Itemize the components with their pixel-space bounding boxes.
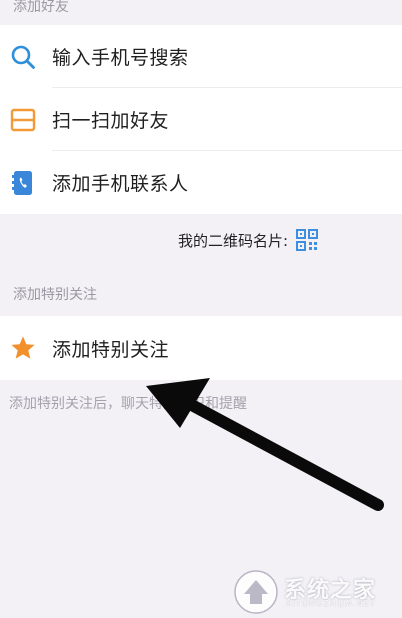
add-friends-card: 输入手机号搜索 扫一扫加好友 添加手机联系人 <box>0 25 402 214</box>
my-qr-card-line[interactable]: 我的二维码名片: <box>0 223 402 257</box>
section-header-special-follow: 添加特别关注 <box>13 287 97 303</box>
scan-icon <box>10 107 36 133</box>
watermark-subtitle: XITONGZHIJIA.NET <box>286 599 376 608</box>
special-follow-row[interactable]: 添加特别关注 <box>0 316 402 380</box>
section-header-add-friends: 添加好友 <box>13 0 69 15</box>
scan-add-row[interactable]: 扫一扫加好友 <box>0 88 402 151</box>
star-icon <box>10 335 36 361</box>
search-phone-label: 输入手机号搜索 <box>52 47 189 69</box>
scan-add-label: 扫一扫加好友 <box>52 110 170 132</box>
qr-code-icon[interactable] <box>296 229 318 251</box>
special-follow-label: 添加特别关注 <box>52 338 170 361</box>
special-follow-hint: 添加特别关注后，聊天特殊标识和提醒 <box>9 396 247 412</box>
add-contacts-label: 添加手机联系人 <box>52 173 189 195</box>
search-icon <box>10 44 36 70</box>
add-contacts-row[interactable]: 添加手机联系人 <box>0 151 402 214</box>
search-phone-row[interactable]: 输入手机号搜索 <box>0 25 402 88</box>
special-follow-card: 添加特别关注 <box>0 316 402 380</box>
watermark: 系统之家 XITONGZHIJIA.NET <box>226 566 402 618</box>
watermark-logo-icon <box>234 570 278 614</box>
phone-contacts-icon <box>10 170 36 196</box>
my-qr-card-label: 我的二维码名片: <box>177 231 288 250</box>
